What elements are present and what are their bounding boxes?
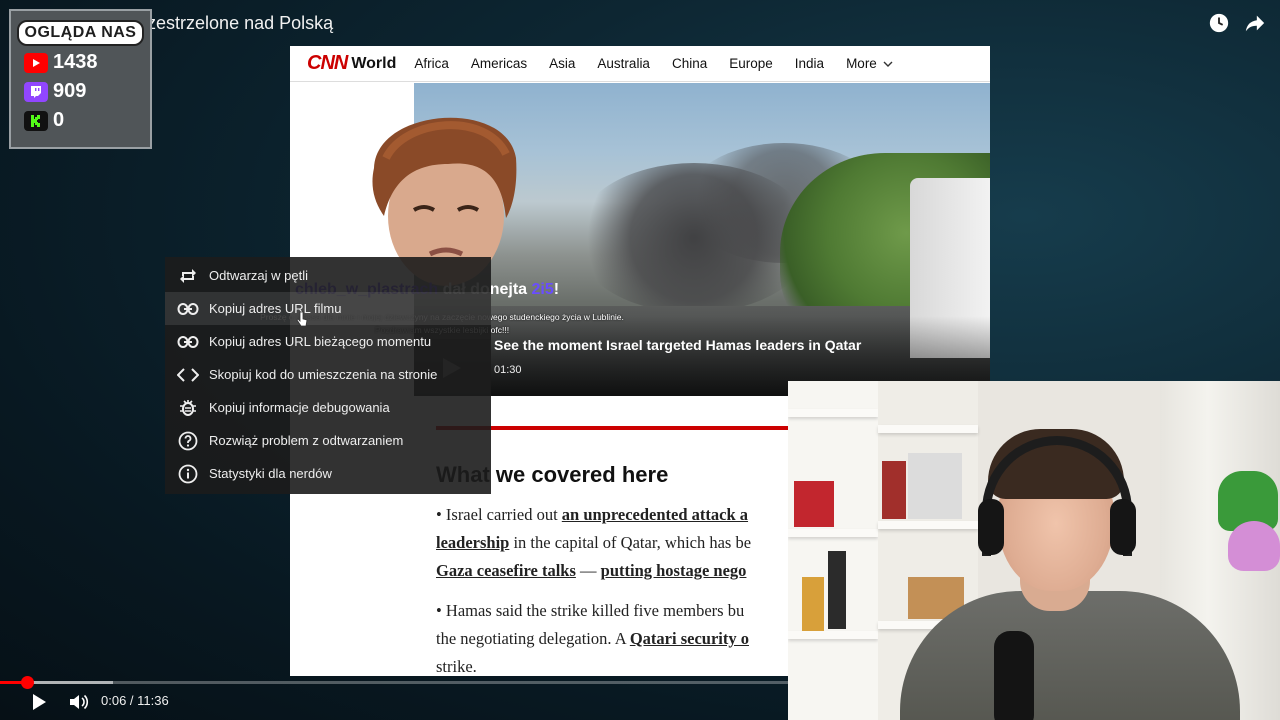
share-icon[interactable]	[1244, 12, 1266, 34]
donation-exclaim: !	[553, 281, 560, 298]
cnn-video-duration: 01:30	[494, 364, 522, 376]
book	[794, 481, 834, 527]
time-display: 0:06 / 11:36	[101, 693, 169, 708]
bullet-text: in the capital of Qatar, which has be	[509, 533, 752, 552]
cnn-nav-more-label: More	[846, 56, 877, 71]
cnn-nav-india: India	[794, 56, 825, 71]
ctx-stats-for-nerds[interactable]: Statystyki dla nerdów	[165, 457, 491, 490]
shelf-board	[788, 529, 878, 537]
play-button[interactable]	[27, 690, 51, 714]
ctx-stats-for-nerds-label: Statystyki dla nerdów	[209, 466, 332, 481]
youtube-icon	[24, 52, 48, 73]
help-circle-icon	[177, 430, 199, 452]
viewer-counter-overlay: OGLĄDA NAS 1438 909 0	[9, 9, 152, 149]
viewer-counter-header: OGLĄDA NAS	[17, 20, 144, 46]
article-link: leadership	[436, 533, 510, 552]
progress-bar-track[interactable]	[0, 681, 788, 684]
bullet-text: —	[575, 561, 601, 580]
cnn-nav-bar: CNN World Africa Americas Asia Australia…	[290, 46, 990, 82]
twitch-icon	[24, 81, 48, 102]
bullet-text: strike.	[436, 657, 477, 676]
microphone	[994, 631, 1034, 720]
player-context-menu: Odtwarzaj w pętli Kopiuj adres URL filmu…	[165, 257, 491, 494]
ctx-copy-time-url-label: Kopiuj adres URL bieżącego momentu	[209, 334, 432, 349]
plush-toy	[1228, 521, 1280, 571]
bullet-text: • Hamas said the strike killed five memb…	[436, 601, 745, 620]
cnn-section: World	[351, 54, 397, 72]
shelf-board	[878, 521, 978, 529]
shelf-board	[788, 409, 878, 417]
clock-icon[interactable]	[1208, 12, 1230, 34]
kick-viewer-count: 0	[53, 109, 65, 131]
play-icon	[33, 694, 46, 710]
article-link: Gaza ceasefire talks	[436, 561, 576, 580]
headphone-cup-left	[978, 499, 1004, 555]
twitch-viewer-count: 909	[53, 80, 87, 102]
article-link: an unprecedented attack a	[561, 505, 749, 524]
cnn-nav-africa: Africa	[414, 56, 449, 71]
cnn-nav-americas: Americas	[470, 56, 528, 71]
debug-bug-icon	[177, 397, 199, 419]
cnn-nav-asia: Asia	[549, 56, 576, 71]
ctx-loop-label: Odtwarzaj w pętli	[209, 268, 308, 283]
mouse-cursor-icon	[296, 311, 308, 332]
link-icon	[177, 298, 199, 320]
loop-icon	[177, 265, 199, 287]
headphone-cup-right	[1110, 499, 1136, 555]
embed-code-icon	[177, 364, 199, 386]
poster	[908, 453, 962, 519]
ctx-copy-video-url[interactable]: Kopiuj adres URL filmu	[165, 292, 491, 325]
ctx-copy-time-url[interactable]: Kopiuj adres URL bieżącego momentu	[165, 325, 491, 358]
top-right-actions	[1208, 12, 1266, 34]
book	[828, 551, 846, 629]
streamer-webcam	[788, 381, 1280, 720]
youtube-viewer-count: 1438	[53, 51, 98, 73]
bullet-text: • Israel carried out	[436, 505, 562, 524]
book	[802, 577, 824, 631]
cnn-nav-china: China	[671, 56, 708, 71]
ctx-troubleshoot-label: Rozwiąż problem z odtwarzaniem	[209, 433, 404, 448]
cnn-video-caption: See the moment Israel targeted Hamas lea…	[494, 337, 862, 353]
shelf-board	[788, 631, 878, 639]
ctx-copy-embed-label: Skopiuj kod do umieszczenia na stronie	[209, 367, 438, 382]
article-link: Qatari security o	[629, 629, 749, 648]
ctx-copy-debug[interactable]: Kopiuj informacje debugowania	[165, 391, 491, 424]
shelf-board	[878, 425, 978, 433]
book	[882, 461, 906, 519]
kick-icon	[24, 110, 48, 131]
bullet-text: the negotiating delegation. A	[436, 629, 630, 648]
cnn-nav-more: More	[846, 56, 893, 71]
ctx-loop[interactable]: Odtwarzaj w pętli	[165, 259, 491, 292]
viewer-row-twitch: 909	[24, 77, 150, 106]
ctx-copy-video-url-label: Kopiuj adres URL filmu	[209, 301, 342, 316]
info-circle-icon	[177, 463, 199, 485]
progress-scrubber[interactable]	[21, 676, 35, 689]
ctx-troubleshoot[interactable]: Rozwiąż problem z odtwarzaniem	[165, 424, 491, 457]
viewer-row-youtube: 1438	[24, 48, 150, 77]
cnn-nav-australia: Australia	[597, 56, 650, 71]
chevron-down-icon	[883, 61, 893, 67]
donation-amount: 2i5	[531, 281, 554, 298]
link-time-icon	[177, 331, 199, 353]
ctx-copy-embed[interactable]: Skopiuj kod do umieszczenia na stronie	[165, 358, 491, 391]
viewer-row-kick: 0	[24, 106, 150, 135]
volume-button[interactable]	[67, 690, 91, 714]
cnn-logo: CNN	[307, 52, 348, 74]
cnn-nav-europe: Europe	[729, 56, 773, 71]
article-link: putting hostage nego	[600, 561, 747, 580]
volume-icon	[70, 694, 89, 710]
ctx-copy-debug-label: Kopiuj informacje debugowania	[209, 400, 390, 415]
